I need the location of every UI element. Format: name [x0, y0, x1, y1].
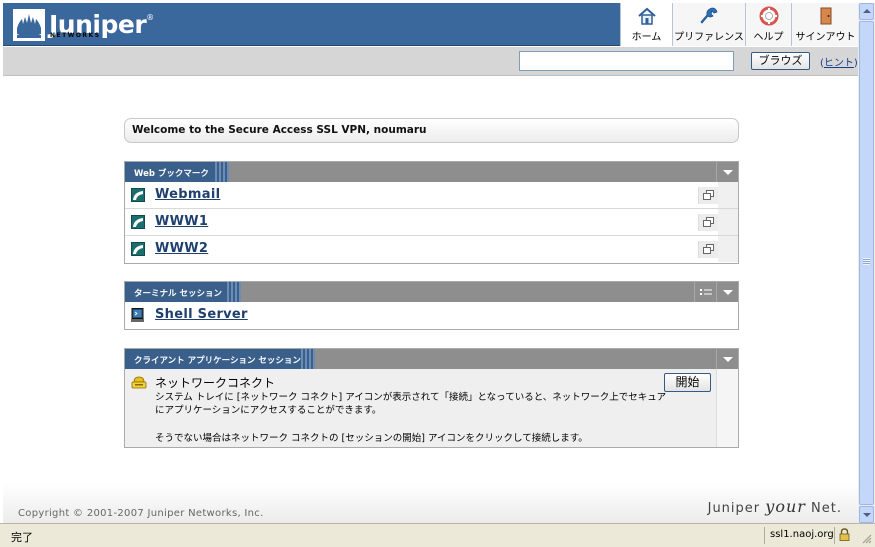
browse-url-input[interactable]: [519, 51, 734, 71]
main-content: Welcome to the Secure Access SSL VPN, no…: [3, 77, 858, 483]
nav-help[interactable]: ヘルプ: [745, 3, 791, 46]
header-stripes: [215, 162, 229, 182]
start-network-connect-button[interactable]: 開始: [664, 373, 711, 392]
terminal-icon: [131, 308, 144, 322]
open-new-window-icon[interactable]: [698, 214, 718, 231]
terminal-sessions-header: ターミナル セッション: [125, 282, 738, 302]
nav-signout[interactable]: サインアウト: [791, 3, 859, 46]
web-bookmark-icon: [131, 242, 145, 256]
open-new-window-icon[interactable]: [698, 241, 718, 258]
browse-toolbar: ブラウズ (ヒント): [3, 47, 858, 76]
scrollbar-thumb[interactable]: [859, 21, 874, 505]
collapse-chevron-icon[interactable]: [716, 349, 738, 369]
web-bookmarks-title: Web ブックマーク: [125, 162, 215, 182]
terminal-sessions-title: ターミナル セッション: [125, 282, 227, 302]
nav-home[interactable]: ホーム: [620, 3, 672, 46]
header-stripes: [301, 349, 315, 369]
lifebuoy-icon: [759, 6, 778, 26]
logo-registered-mark: ®: [146, 13, 155, 22]
copyright-text: Copyright © 2001-2007 Juniper Networks, …: [18, 508, 264, 519]
client-apps-header: クライアント アプリケーション セッション: [125, 349, 738, 369]
door-icon: [820, 7, 831, 25]
nav-signout-label: サインアウト: [795, 32, 856, 43]
wrench-icon: [700, 7, 718, 24]
hint-link[interactable]: (ヒント): [820, 54, 858, 69]
bookmark-link-www1[interactable]: WWW1: [155, 214, 208, 229]
network-connect-description: システム トレイに [ネットワーク コネクト] アイコンが表示されて「接続」とな…: [155, 392, 667, 416]
collapse-chevron-icon[interactable]: [716, 282, 738, 302]
tagline-your: your: [765, 497, 806, 516]
nav-help-label: ヘルプ: [753, 32, 784, 43]
list-item[interactable]: Webmail: [125, 182, 738, 209]
app-header: Juniper ® NETWORKS ホーム プリファレンス ヘルプ サインアウ…: [3, 3, 859, 46]
list-view-glyph-icon: [700, 289, 712, 295]
row-side-cell: [718, 182, 738, 208]
status-divider: [764, 527, 765, 544]
scroll-down-arrow-icon[interactable]: [859, 506, 874, 523]
nav-preferences[interactable]: プリファレンス: [672, 3, 745, 46]
juniper-logo[interactable]: Juniper ® NETWORKS: [12, 8, 154, 42]
top-nav: ホーム プリファレンス ヘルプ サインアウト: [620, 3, 859, 46]
web-bookmarks-header: Web ブックマーク: [125, 162, 738, 182]
network-connect-name: ネットワークコネクト: [155, 376, 276, 390]
status-text: 完了: [11, 531, 33, 544]
juniper-logo-icon: [13, 9, 45, 41]
open-new-window-icon[interactable]: [698, 187, 718, 204]
list-item[interactable]: WWW2: [125, 236, 738, 263]
tagline-post: Net.: [811, 501, 842, 516]
network-connect-row: ネットワークコネクト システム トレイに [ネットワーク コネクト] アイコンが…: [125, 369, 738, 447]
tagline-pre: Juniper: [707, 501, 761, 516]
terminal-sessions-panel: ターミナル セッション Shell Server: [124, 281, 739, 330]
browse-button[interactable]: ブラウズ: [751, 52, 810, 70]
network-connect-note: そうでない場合はネットワーク コネクトの [セッションの開始] アイコンをクリッ…: [155, 433, 588, 444]
client-apps-panel: クライアント アプリケーション セッション ネットワークコネクト システム トレ…: [124, 348, 739, 448]
web-bookmark-icon: [131, 215, 145, 229]
nav-home-label: ホーム: [631, 32, 662, 43]
status-host: ssl1.naoj.org: [770, 529, 834, 540]
row-side-cell: [716, 369, 738, 447]
web-bookmarks-panel: Web ブックマーク Webmail WWW1 WWW2: [124, 161, 739, 264]
home-icon: [637, 7, 656, 25]
web-bookmark-icon: [131, 188, 145, 202]
network-connect-icon: [131, 376, 147, 389]
collapse-chevron-icon[interactable]: [716, 162, 738, 182]
row-side-cell: [718, 236, 738, 262]
logo-subtext: NETWORKS: [50, 32, 101, 39]
status-divider: [834, 527, 835, 544]
terminal-link-shell-server[interactable]: Shell Server: [155, 307, 248, 322]
bookmark-link-www2[interactable]: WWW2: [155, 241, 208, 256]
scroll-up-arrow-icon[interactable]: [859, 3, 874, 20]
nav-preferences-label: プリファレンス: [674, 32, 744, 43]
lock-icon: [839, 528, 850, 541]
vertical-scrollbar[interactable]: [858, 3, 875, 523]
page-footer: Copyright © 2001-2007 Juniper Networks, …: [3, 483, 858, 523]
juniper-tagline: Juniper your Net.: [708, 497, 842, 516]
resize-grip-icon[interactable]: [860, 532, 872, 544]
header-stripes: [227, 282, 241, 302]
client-apps-title: クライアント アプリケーション セッション: [125, 349, 301, 369]
list-item[interactable]: WWW1: [125, 209, 738, 236]
bookmark-link-webmail[interactable]: Webmail: [155, 187, 220, 202]
welcome-banner: Welcome to the Secure Access SSL VPN, no…: [124, 118, 739, 143]
hint-link-text[interactable]: ヒント: [824, 58, 854, 69]
list-view-icon[interactable]: [694, 282, 716, 302]
browser-status-bar: 完了 ssl1.naoj.org: [0, 523, 875, 547]
row-side-cell: [718, 209, 738, 235]
list-item[interactable]: Shell Server: [125, 302, 738, 329]
